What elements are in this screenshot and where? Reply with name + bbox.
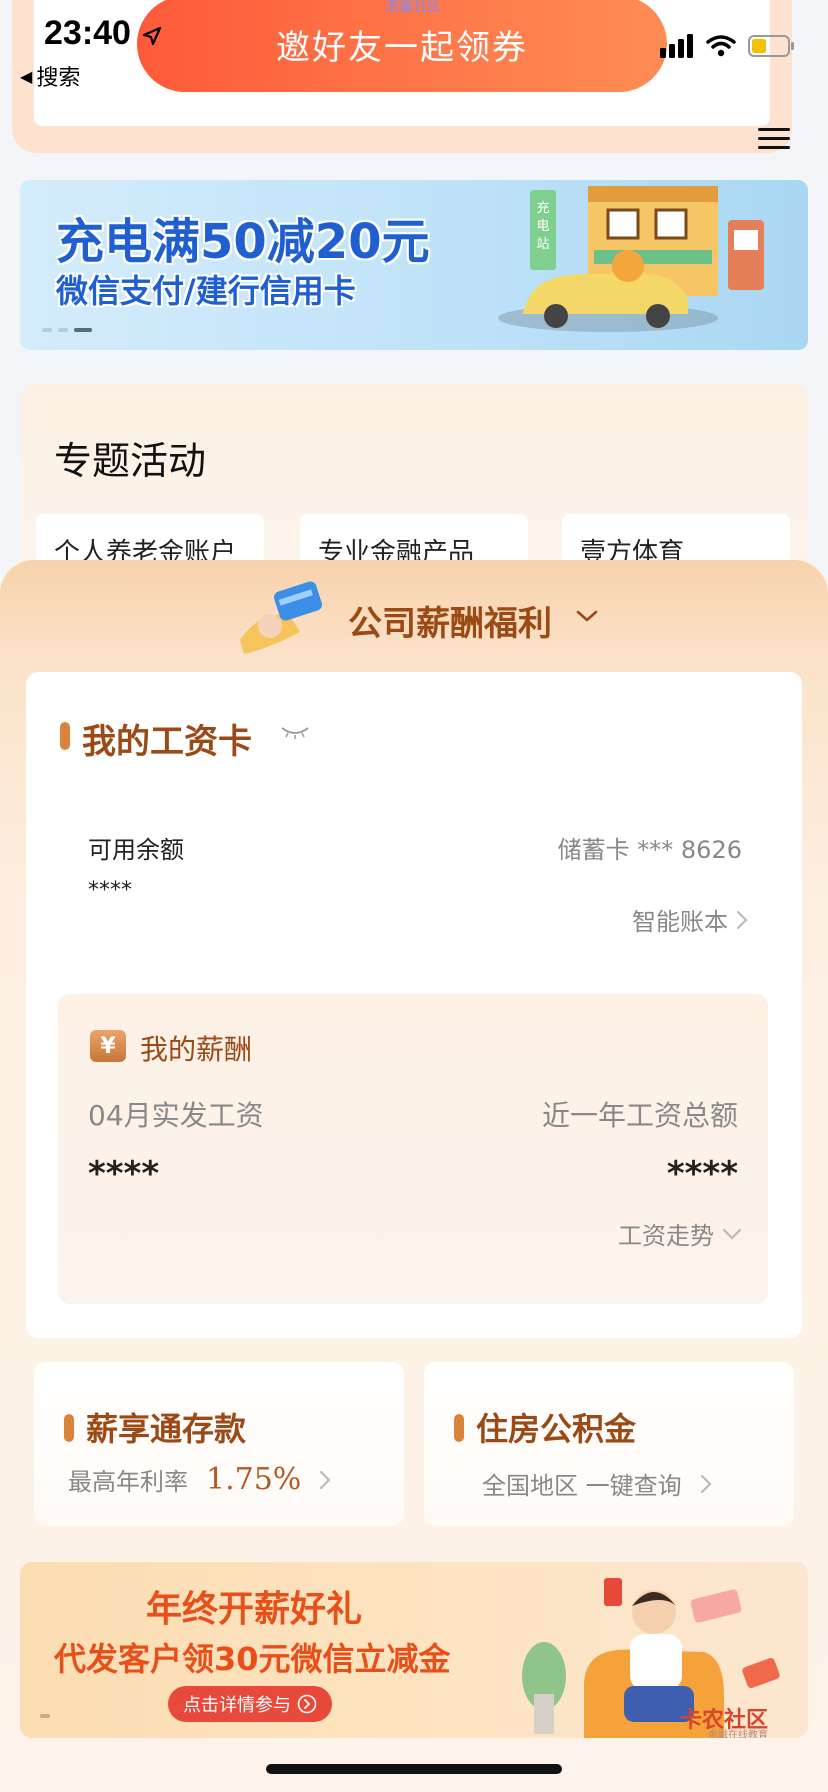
wifi-icon xyxy=(706,35,736,57)
location-arrow-icon xyxy=(142,26,162,46)
yen-icon: ¥ xyxy=(90,1030,126,1062)
smart-book-label: 智能账本 xyxy=(632,908,728,936)
menu-icon[interactable] xyxy=(758,126,790,152)
svg-text:站: 站 xyxy=(536,237,549,252)
salary-trend-label: 工资走势 xyxy=(618,1222,714,1250)
chevron-down-icon xyxy=(576,610,598,622)
svg-text:充: 充 xyxy=(536,200,549,216)
housing-fund-sub: 全国地区 一键查询 xyxy=(482,1466,712,1501)
year-pay-label: 近一年工资总额 xyxy=(541,1099,738,1132)
card-info: 储蓄卡 *** 8626 xyxy=(557,836,742,864)
watermark-sub: 金融在线教育 xyxy=(708,1730,768,1738)
promo-title: 年终开薪好礼 xyxy=(146,1589,363,1630)
deposit-rate: 1.75% xyxy=(206,1462,302,1497)
eye-closed-icon[interactable] xyxy=(280,724,310,740)
banner-pagination xyxy=(42,328,92,332)
banner-dot xyxy=(42,328,52,332)
home-indicator[interactable] xyxy=(266,1764,562,1774)
invite-tag: 流量社区 xyxy=(385,0,441,15)
promo-details-button[interactable]: 点击详情参与 xyxy=(168,1686,332,1722)
chevron-right-icon xyxy=(320,1470,331,1489)
back-triangle-icon: ◀ xyxy=(20,66,33,86)
deposit-sub: 最高年利率 1.75% xyxy=(68,1462,331,1497)
housing-fund-card[interactable]: 住房公积金 全国地区 一键查询 xyxy=(424,1362,794,1526)
month-pay-label: 04月实发工资 xyxy=(88,1099,264,1132)
chevron-down-icon xyxy=(722,1228,742,1240)
charging-promo-banner[interactable]: 充电满50减20元 微信支付/建行信用卡 充 电 站 xyxy=(20,180,808,350)
title-accent-bar xyxy=(454,1414,464,1442)
salary-trend-toggle[interactable]: 工资走势 xyxy=(618,1216,742,1251)
banner-dot-active xyxy=(74,328,92,332)
back-to-search-button[interactable]: ◀ 搜索 xyxy=(20,60,80,92)
deposit-sub-label: 最高年利率 xyxy=(68,1468,188,1496)
banner-title: 充电满50减20元 xyxy=(56,214,430,270)
my-salary-card-title: 我的工资卡 xyxy=(82,722,252,762)
deposit-title: 薪享通存款 xyxy=(86,1410,247,1448)
svg-text:电: 电 xyxy=(536,219,549,234)
year-end-promo-banner[interactable]: 年终开薪好礼 代发客户领30元微信立减金 点击详情参与 卡农社区 金融在线教育 xyxy=(20,1562,808,1738)
status-time: 23:40 xyxy=(44,14,131,52)
title-accent-bar xyxy=(60,722,70,750)
banner-subtitle: 微信支付/建行信用卡 xyxy=(56,272,356,310)
balance-value: **** xyxy=(88,878,132,903)
chevron-right-icon xyxy=(736,910,748,929)
deposit-card[interactable]: 薪享通存款 最高年利率 1.75% xyxy=(34,1362,404,1526)
month-pay-value: **** xyxy=(88,1154,160,1194)
housing-fund-title: 住房公积金 xyxy=(476,1410,637,1448)
banner-dot xyxy=(58,328,68,332)
status-icons xyxy=(660,34,796,58)
my-pay-box: ¥ 我的薪酬 04月实发工资 近一年工资总额 **** **** 工资走势 xyxy=(58,994,768,1304)
back-label: 搜索 xyxy=(36,66,81,91)
salary-card-box: 我的工资卡 可用余额 **** 储蓄卡 *** 8626 智能账本 ¥ 我的薪酬… xyxy=(26,672,802,1338)
charging-station-illustration: 充 电 站 xyxy=(498,186,764,332)
promo-button-label: 点击详情参与 xyxy=(183,1695,291,1716)
chevron-right-icon xyxy=(700,1474,712,1493)
promo-subtitle: 代发客户领30元微信立减金 xyxy=(54,1640,451,1678)
housing-fund-sub-label: 全国地区 一键查询 xyxy=(482,1472,682,1500)
signal-icon xyxy=(660,34,693,58)
hand-card-illustration xyxy=(240,581,322,654)
year-pay-value: **** xyxy=(666,1154,738,1194)
topic-title: 专题活动 xyxy=(54,439,207,483)
salary-benefits-sheet: 公司薪酬福利 我的工资卡 可用余额 **** 储蓄卡 *** 8626 智能账本… xyxy=(0,560,828,1792)
balance-label: 可用余额 xyxy=(88,836,184,864)
promo-pagination xyxy=(40,1714,50,1718)
battery-icon xyxy=(748,35,794,57)
title-accent-bar xyxy=(64,1414,74,1442)
smart-book-link[interactable]: 智能账本 xyxy=(632,902,748,937)
sheet-header[interactable]: 公司薪酬福利 xyxy=(0,560,828,670)
sheet-title: 公司薪酬福利 xyxy=(348,604,552,644)
invite-button-label: 邀好友一起领券 xyxy=(276,27,528,68)
arrow-right-circle-icon xyxy=(297,1694,317,1714)
my-pay-title: 我的薪酬 xyxy=(140,1033,253,1066)
